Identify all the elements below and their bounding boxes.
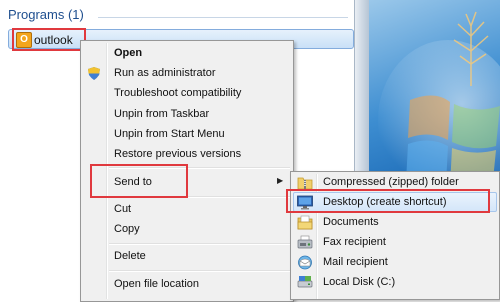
menu-item-open-file-location[interactable]: Open file location	[114, 278, 199, 290]
menu-item-restore-previous-versions[interactable]: Restore previous versions	[114, 148, 241, 160]
submenu-item-fax-recipient[interactable]: Fax recipient	[323, 236, 386, 248]
menu-separator	[109, 243, 290, 245]
annotation-highlight-desktop-shortcut	[286, 189, 490, 213]
submenu-item-local-disk-c[interactable]: Local Disk (C:)	[323, 276, 395, 288]
submenu-arrow-icon: ▶	[277, 176, 284, 185]
annotation-highlight-outlook	[12, 28, 86, 51]
menu-item-unpin-from-taskbar[interactable]: Unpin from Taskbar	[114, 108, 209, 120]
menu-item-cut[interactable]: Cut	[114, 203, 131, 215]
menu-item-unpin-from-start-menu[interactable]: Unpin from Start Menu	[114, 128, 225, 140]
zip-folder-icon	[297, 177, 313, 190]
submenu-item-documents[interactable]: Documents	[323, 216, 379, 228]
programs-section-header: Programs (1)	[8, 7, 84, 22]
menu-item-copy[interactable]: Copy	[114, 223, 140, 235]
menu-separator	[109, 270, 290, 272]
menu-item-delete[interactable]: Delete	[114, 250, 146, 262]
documents-icon	[297, 215, 313, 230]
submenu-item-compressed-folder[interactable]: Compressed (zipped) folder	[323, 176, 459, 188]
local-disk-icon	[297, 276, 313, 288]
menu-item-run-as-administrator[interactable]: Run as administrator	[114, 67, 216, 79]
section-divider	[98, 17, 348, 18]
menu-item-open[interactable]: Open	[114, 47, 142, 59]
uac-shield-icon	[88, 67, 100, 80]
fax-icon	[297, 235, 313, 249]
annotation-highlight-send-to	[90, 164, 188, 198]
submenu-item-mail-recipient[interactable]: Mail recipient	[323, 256, 388, 268]
menu-item-troubleshoot-compatibility[interactable]: Troubleshoot compatibility	[114, 87, 241, 99]
mail-icon	[298, 255, 312, 270]
